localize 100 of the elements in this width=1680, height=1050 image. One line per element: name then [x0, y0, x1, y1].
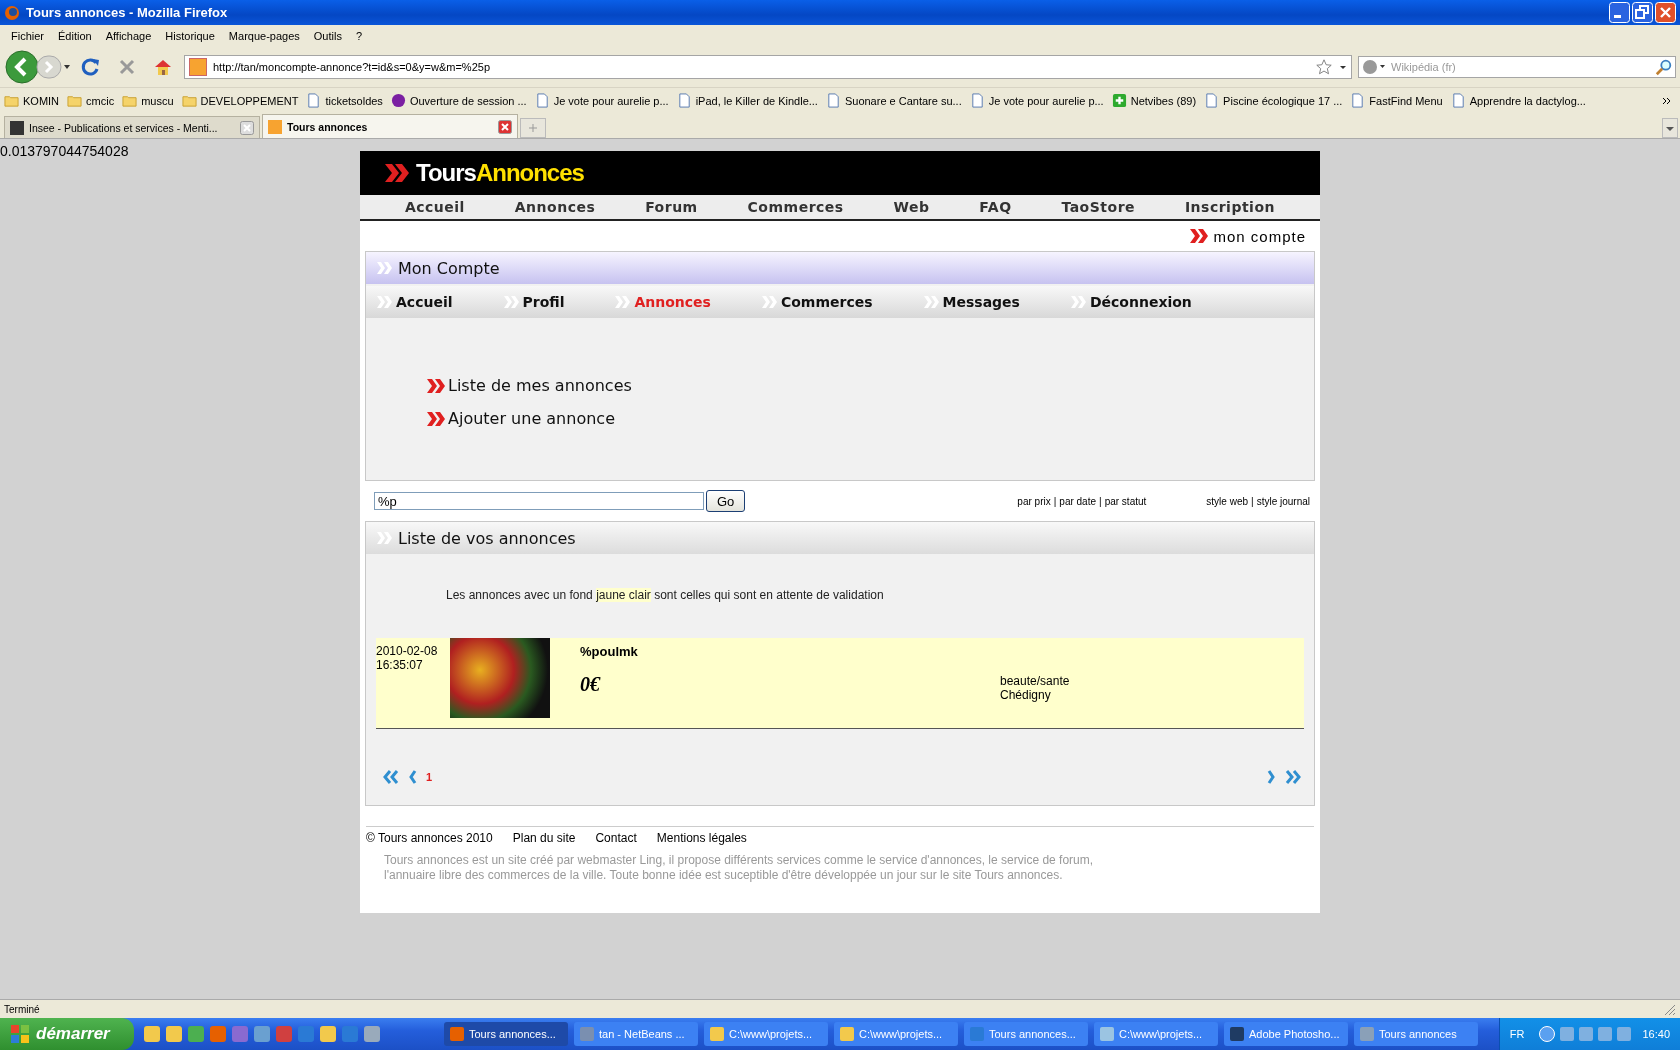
browser-tab[interactable]: Tours annonces: [262, 114, 518, 138]
panel-tab[interactable]: Commerces: [760, 294, 873, 310]
tray-expand-icon[interactable]: [1539, 1026, 1556, 1042]
tray-icon[interactable]: [1560, 1027, 1575, 1041]
next-page-icon[interactable]: [1266, 769, 1276, 785]
panel-tab[interactable]: Annonces: [614, 294, 711, 310]
bookmark-item[interactable]: ticketsoldes: [306, 93, 383, 108]
language-indicator[interactable]: FR: [1509, 1028, 1525, 1040]
menu-item[interactable]: Édition: [51, 30, 99, 42]
nav-link[interactable]: TaoStore: [1061, 199, 1136, 215]
bookmark-item[interactable]: DEVELOPPEMENT: [181, 93, 299, 108]
quick-launch-icon[interactable]: [144, 1026, 160, 1042]
menu-item[interactable]: ?: [348, 30, 370, 42]
search-icon[interactable]: [1655, 58, 1673, 76]
restore-icon[interactable]: [1632, 2, 1653, 23]
footer-description: Tours annonces est un site créé par webmaster Ling, il propose différents services comme le service d'annonces, le service de forum, l'annuaire libre des commerces de la ville. Toute bonne idée est suceptible d'être développée un jour sur le site Tours annonces.: [384, 853, 1095, 883]
bookmark-item[interactable]: KOMIN: [4, 93, 60, 108]
forward-icon[interactable]: [36, 55, 70, 79]
nav-link[interactable]: FAQ: [979, 199, 1012, 215]
bookmark-item[interactable]: iPad, le Killer de Kindle...: [676, 93, 818, 108]
quick-launch-icon[interactable]: [166, 1026, 182, 1042]
folder-icon: [181, 93, 197, 108]
taskbar-button[interactable]: C:\www\projets...: [1094, 1022, 1218, 1046]
minimize-icon[interactable]: [1609, 2, 1630, 23]
style-link[interactable]: style web: [1206, 495, 1249, 507]
sort-link[interactable]: par prix: [1017, 495, 1051, 507]
ad-row[interactable]: 2010-02-08 16:35:07 %poulmk 0€ beaute/sante Chédigny: [376, 638, 1304, 729]
nav-link[interactable]: Accueil: [404, 199, 465, 215]
dropdown-icon[interactable]: [1339, 63, 1347, 71]
menu-item[interactable]: Outils: [306, 30, 349, 42]
bookmark-item[interactable]: Netvibes (89): [1111, 93, 1197, 108]
tab-list-icon[interactable]: [1662, 118, 1678, 138]
stop-icon[interactable]: [117, 57, 137, 77]
tray-icon[interactable]: [1579, 1027, 1594, 1041]
address-field[interactable]: http://tan/moncompte-annonce?t=id&s=0&y=w&m=%25p: [184, 55, 1352, 79]
taskbar-button[interactable]: Adobe Photosho...: [1224, 1022, 1348, 1046]
sort-link[interactable]: par date: [1059, 495, 1097, 507]
account-menu-link[interactable]: Liste de mes annonces: [448, 376, 632, 395]
ad-city: Chédigny: [1000, 688, 1052, 702]
ad-title[interactable]: %poulmk: [580, 644, 1000, 659]
taskbar-button[interactable]: Tours annonces...: [444, 1022, 568, 1046]
close-tab-icon[interactable]: [240, 120, 254, 135]
first-page-icon[interactable]: [382, 769, 400, 785]
bookmark-item[interactable]: muscu: [122, 93, 174, 108]
taskbar-button[interactable]: C:\www\projets...: [834, 1022, 958, 1046]
resize-grip-icon[interactable]: [1662, 1002, 1676, 1016]
footer-link[interactable]: Plan du site: [512, 831, 576, 845]
folder-icon: [122, 93, 138, 108]
menu-item[interactable]: Affichage: [98, 30, 159, 42]
go-button[interactable]: Go: [706, 490, 746, 512]
menu-item[interactable]: Marque-pages: [221, 30, 307, 42]
close-tab-icon[interactable]: [498, 119, 512, 134]
panel-tab[interactable]: Messages: [922, 294, 1020, 310]
panel-title: Liste de vos annonces: [398, 528, 576, 548]
bookmark-item[interactable]: Apprendre la dactylog...: [1450, 93, 1586, 108]
menu-item[interactable]: Historique: [158, 30, 222, 42]
footer-link[interactable]: © Tours annonces 2010: [366, 831, 493, 845]
footer-link[interactable]: Mentions légales: [656, 831, 747, 845]
bookmark-item[interactable]: Je vote pour aurelie p...: [969, 93, 1104, 108]
close-icon[interactable]: [1655, 2, 1676, 23]
nav-link[interactable]: Forum: [645, 199, 698, 215]
home-icon[interactable]: [153, 57, 173, 77]
account-link[interactable]: mon compte: [1213, 227, 1306, 245]
quick-launch-icon[interactable]: [320, 1026, 336, 1042]
bookmark-item[interactable]: FastFind Menu: [1350, 93, 1443, 108]
footer-link[interactable]: Contact: [595, 831, 637, 845]
back-icon[interactable]: [4, 49, 40, 85]
nav-link[interactable]: Web: [893, 199, 930, 215]
bookmark-item[interactable]: Ouverture de session ...: [390, 93, 527, 108]
last-page-icon[interactable]: [1284, 769, 1302, 785]
account-menu-link[interactable]: Ajouter une annonce: [448, 409, 615, 428]
search-field[interactable]: Wikipédia (fr): [1358, 56, 1676, 78]
window-title: Tours annonces - Mozilla Firefox: [26, 5, 228, 20]
menu-item[interactable]: Fichier: [4, 30, 51, 42]
taskbar-button[interactable]: Tours annonces...: [964, 1022, 1088, 1046]
panel-tab[interactable]: Profil: [502, 294, 565, 310]
panel-tab[interactable]: Déconnexion: [1069, 294, 1192, 310]
style-link[interactable]: style journal: [1256, 495, 1310, 507]
taskbar-button[interactable]: Tours annonces: [1354, 1022, 1478, 1046]
bookmark-item[interactable]: Je vote pour aurelie p...: [534, 93, 669, 108]
bookmark-item[interactable]: Suonare e Cantare su...: [825, 93, 962, 108]
reload-icon[interactable]: [81, 57, 101, 77]
bookmark-item[interactable]: cmcic: [67, 93, 115, 108]
tray-icon[interactable]: [1617, 1027, 1632, 1041]
globe-icon[interactable]: [1362, 59, 1386, 75]
bookmark-item[interactable]: Piscine écologique 17 ...: [1204, 93, 1343, 108]
taskbar-button[interactable]: tan - NetBeans ...: [574, 1022, 698, 1046]
chevron-icon: [426, 377, 446, 394]
nav-link[interactable]: Annonces: [514, 199, 596, 215]
previous-page-icon[interactable]: [408, 769, 418, 785]
panel-tab[interactable]: Accueil: [376, 294, 453, 310]
sort-link[interactable]: par statut: [1104, 495, 1147, 507]
tray-icon[interactable]: [1598, 1027, 1613, 1041]
page-icon: [676, 93, 692, 108]
browser-tab[interactable]: Insee - Publications et services - Menti...: [4, 116, 260, 138]
bookmark-star-icon[interactable]: [1315, 58, 1333, 76]
nav-link[interactable]: Inscription: [1184, 199, 1275, 215]
nav-link[interactable]: Commerces: [747, 199, 844, 215]
filter-field[interactable]: %p: [374, 492, 704, 510]
taskbar-button[interactable]: C:\www\projets...: [704, 1022, 828, 1046]
